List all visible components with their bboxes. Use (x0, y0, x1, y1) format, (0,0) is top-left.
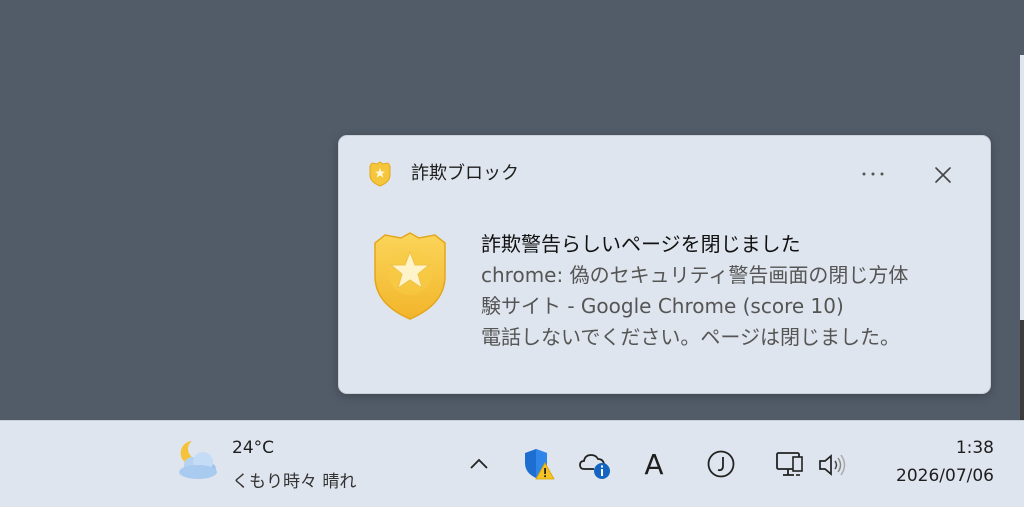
toast-header: 詐欺ブロック (339, 136, 990, 214)
taskbar-clock[interactable]: 1:38 2026/07/06 (868, 435, 994, 491)
window-edge-dark (1020, 320, 1024, 420)
network-tray-button[interactable] (772, 447, 808, 483)
chevron-up-icon (470, 458, 488, 469)
ime-japanese-icon (707, 450, 735, 478)
ime-mode-label: A (644, 447, 664, 481)
shield-badge-large-icon (374, 232, 446, 320)
weather-temperature: 24°C (232, 438, 275, 458)
security-tray-button[interactable] (518, 445, 558, 483)
weather-widget[interactable]: 24°C くもり時々 晴れ (168, 433, 378, 493)
onedrive-tray-button[interactable] (576, 447, 614, 483)
close-icon (935, 167, 951, 183)
toast-notification[interactable]: 詐欺ブロック 詐欺警告らしいページを閉じました chrome: 偽のセキュリティ… (338, 135, 991, 394)
ime-japanese-button[interactable] (702, 445, 740, 483)
clock-time: 1:38 (955, 438, 994, 458)
network-icon (776, 452, 803, 476)
volume-icon (819, 454, 846, 476)
toast-text-line: 電話しないでください。ページは閉じました。 (481, 325, 900, 349)
app-name: 詐欺ブロック (411, 163, 519, 184)
show-hidden-icons-button[interactable] (462, 449, 496, 479)
taskbar: 24°C くもり時々 晴れ A 1:38 2026/07/06 (0, 420, 1024, 507)
partly-cloudy-night-icon (179, 441, 217, 479)
toast-text-line: chrome: 偽のセキュリティ警告画面の閉じ方体 (481, 263, 909, 287)
toast-body: 詐欺警告らしいページを閉じました chrome: 偽のセキュリティ警告画面の閉じ… (481, 228, 971, 353)
weather-condition: くもり時々 晴れ (232, 472, 357, 492)
toast-title: 詐欺警告らしいページを閉じました (481, 232, 801, 256)
volume-tray-button[interactable] (814, 449, 850, 481)
defender-warning-icon (525, 449, 555, 480)
clock-date: 2026/07/06 (896, 466, 994, 486)
more-options-button[interactable] (853, 160, 893, 188)
ime-mode-button[interactable]: A (636, 445, 672, 483)
close-button[interactable] (925, 158, 961, 192)
more-dots-icon (862, 172, 884, 176)
toast-text-line: 験サイト - Google Chrome (score 10) (481, 294, 844, 318)
onedrive-info-icon (579, 454, 610, 479)
shield-badge-icon (369, 161, 391, 187)
